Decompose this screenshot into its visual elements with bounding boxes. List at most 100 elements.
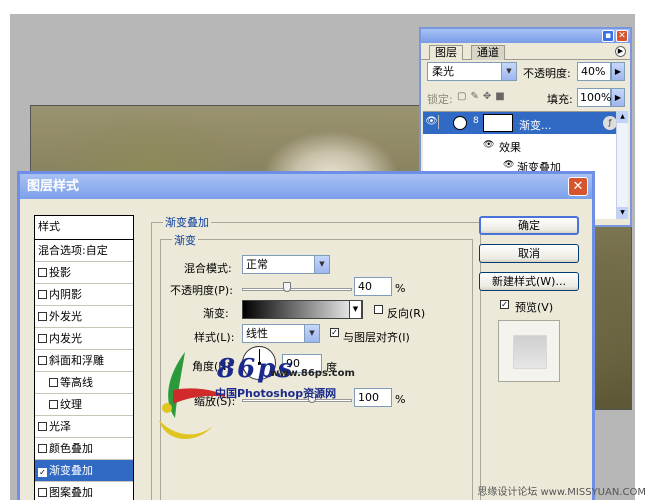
eye-icon[interactable]: 👁 <box>425 115 439 129</box>
layer-blend-row: 柔光 ▼ 不透明度: 40% ▶ <box>427 62 627 82</box>
logo-url: www.86ps.com <box>270 368 355 379</box>
style-item[interactable]: 投影 <box>35 262 133 284</box>
chevron-down-icon[interactable]: ▼ <box>349 300 362 319</box>
preview-label: 预览(V) <box>515 301 554 314</box>
preview-checkbox[interactable]: ✓ <box>500 300 509 309</box>
lock-icons[interactable]: ▢✎✥■ <box>457 91 509 102</box>
fx-icon[interactable]: ƒ <box>603 116 617 130</box>
style-item[interactable]: 外发光 <box>35 306 133 328</box>
layers-panel-titlebar[interactable]: ▪ ✕ <box>421 29 630 43</box>
style-item[interactable]: 斜面和浮雕 <box>35 350 133 372</box>
style-item-checkbox[interactable] <box>38 268 47 277</box>
site-logo: 86ps www.86ps.com 中国Photoshop资源网 <box>155 346 365 450</box>
style-preview-swatch <box>513 335 547 369</box>
style-item-label: 外发光 <box>49 310 82 323</box>
style-item[interactable]: 纹理 <box>35 394 133 416</box>
style-item[interactable]: 图案叠加 <box>35 482 133 500</box>
layer-mask-thumbnail[interactable] <box>483 114 513 132</box>
style-items: 投影内阴影外发光内发光斜面和浮雕等高线纹理光泽颜色叠加 ✓ 渐变叠加图案叠加 <box>35 262 133 500</box>
new-style-button[interactable]: 新建样式(W)... <box>479 272 579 291</box>
style-item[interactable]: 内阴影 <box>35 284 133 306</box>
logo-text: 中国Photoshop资源网 <box>215 387 337 400</box>
style-item[interactable]: 内发光 <box>35 328 133 350</box>
style-value: 线性 <box>246 327 268 340</box>
panel-menu-icon[interactable]: ▶ <box>615 46 626 57</box>
layer-blend-mode-select[interactable]: 柔光 ▼ <box>427 62 517 81</box>
tab-layers[interactable]: 图层 <box>429 45 463 60</box>
minimize-icon[interactable]: ▪ <box>602 30 614 42</box>
layer-effects-row[interactable]: 👁 效果 <box>423 137 619 157</box>
section-title: 渐变叠加 <box>163 214 211 230</box>
tab-channels[interactable]: 通道 <box>471 45 505 60</box>
gradient-label: 渐变: <box>203 307 229 320</box>
blend-mode-value: 正常 <box>246 258 268 271</box>
style-item[interactable]: ✓ 渐变叠加 <box>35 460 133 482</box>
style-item-checkbox[interactable]: ✓ <box>38 468 47 477</box>
adjustment-thumbnail <box>453 116 467 130</box>
fill-label: 填充: <box>547 93 573 106</box>
eye-icon[interactable]: 👁 <box>503 160 514 170</box>
blend-mode-select[interactable]: 正常 ▼ <box>242 255 330 274</box>
layer-lock-row: 锁定: ▢✎✥■ 填充: 100% ▶ <box>427 88 627 108</box>
style-item[interactable]: 等高线 <box>35 372 133 394</box>
footer-watermark: 思缘设计论坛 www.MISSYUAN.COM <box>477 487 646 498</box>
style-item-checkbox[interactable] <box>49 378 58 387</box>
style-item-checkbox[interactable] <box>38 444 47 453</box>
layer-opacity-label: 不透明度: <box>523 67 571 80</box>
chevron-down-icon[interactable]: ▼ <box>314 256 329 273</box>
style-item-label: 光泽 <box>49 420 71 433</box>
chevron-down-icon[interactable]: ▼ <box>501 63 516 80</box>
layers-tabs: 图层 通道 ▶ <box>421 43 630 60</box>
layers-scrollbar[interactable]: ▲ ▼ <box>616 111 628 219</box>
close-icon[interactable]: ✕ <box>568 177 588 196</box>
style-item-checkbox[interactable] <box>38 312 47 321</box>
lock-label: 锁定: <box>427 93 453 106</box>
scroll-down-icon[interactable]: ▼ <box>617 207 628 219</box>
layer-opacity-input[interactable]: 40% <box>577 62 611 81</box>
chevron-down-icon[interactable]: ▼ <box>304 325 319 342</box>
chevron-right-icon[interactable]: ▶ <box>611 62 625 81</box>
style-item-checkbox[interactable] <box>38 356 47 365</box>
group-title: 渐变 <box>172 232 198 248</box>
style-item-checkbox[interactable] <box>38 422 47 431</box>
chevron-right-icon[interactable]: ▶ <box>611 88 625 107</box>
gradient-picker[interactable] <box>242 300 363 319</box>
style-select[interactable]: 线性 ▼ <box>242 324 320 343</box>
style-item-label: 图案叠加 <box>49 486 93 499</box>
close-icon[interactable]: ✕ <box>616 30 628 42</box>
opacity-slider-thumb[interactable] <box>282 282 291 292</box>
reverse-checkbox[interactable] <box>374 305 383 314</box>
chain-icon[interactable]: 8 <box>473 116 479 126</box>
style-item-label: 颜色叠加 <box>49 442 93 455</box>
styles-header[interactable]: 样式 <box>35 216 133 240</box>
fill-input[interactable]: 100% <box>577 88 611 107</box>
layer-name: 渐变... <box>519 119 552 132</box>
style-item[interactable]: 颜色叠加 <box>35 438 133 460</box>
cancel-button[interactable]: 取消 <box>479 244 579 263</box>
style-item-label: 内阴影 <box>49 288 82 301</box>
style-item-label: 内发光 <box>49 332 82 345</box>
blend-options-item[interactable]: 混合选项:自定 <box>35 240 133 262</box>
align-checkbox[interactable]: ✓ <box>330 328 339 337</box>
scroll-up-icon[interactable]: ▲ <box>617 111 628 123</box>
opacity-input[interactable]: 40 <box>354 277 392 296</box>
align-label: 与图层对齐(I) <box>343 331 410 344</box>
style-item-checkbox[interactable] <box>38 488 47 497</box>
style-item-checkbox[interactable] <box>38 334 47 343</box>
dialog-title[interactable]: 图层样式 <box>20 174 592 199</box>
layer-style-dialog: 图层样式 ✕ 样式 混合选项:自定 投影内阴影外发光内发光斜面和浮雕等高线纹理光… <box>17 171 595 500</box>
effects-label: 效果 <box>499 141 521 154</box>
style-item-label: 投影 <box>49 266 71 279</box>
style-item-checkbox[interactable] <box>38 290 47 299</box>
style-item[interactable]: 光泽 <box>35 416 133 438</box>
layer-row-gradient[interactable]: 👁 8 渐变... ƒ <box>423 112 619 134</box>
layer-blend-mode-value: 柔光 <box>432 65 454 78</box>
scale-percent: % <box>395 393 406 406</box>
style-item-label: 等高线 <box>60 376 93 389</box>
style-item-label: 渐变叠加 <box>49 464 93 477</box>
opacity-slider-track[interactable] <box>242 288 352 291</box>
eye-icon[interactable]: 👁 <box>483 140 494 150</box>
style-item-checkbox[interactable] <box>49 400 58 409</box>
reverse-label: 反向(R) <box>387 307 426 320</box>
ok-button[interactable]: 确定 <box>479 216 579 235</box>
